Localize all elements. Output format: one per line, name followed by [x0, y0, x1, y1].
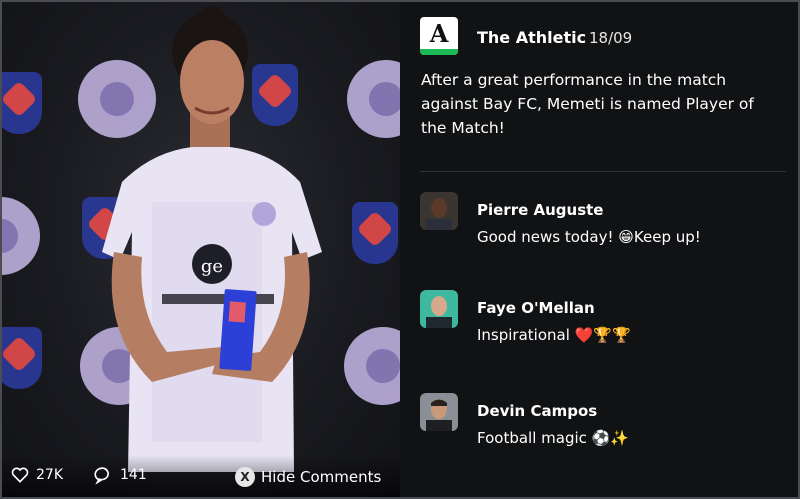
comment-item[interactable]: Devin Campos Football magic ⚽✨: [420, 393, 790, 453]
comment-author: Devin Campos: [477, 402, 598, 420]
source-name: The Athletic: [477, 28, 587, 47]
hide-comments-button[interactable]: X Hide Comments: [235, 467, 381, 487]
speech-bubble-icon: [94, 467, 109, 485]
comment-item[interactable]: Faye O'Mellan Inspirational ❤️🏆🏆: [420, 290, 790, 350]
comment-item[interactable]: Pierre Auguste Good news today! 😁Keep up…: [420, 192, 790, 252]
comments-panel: A The Athletic 18/09 After a great perfo…: [400, 2, 798, 497]
source-logo: A: [420, 17, 458, 55]
logo-accent-bar: [420, 49, 458, 55]
comment-text: Inspirational ❤️🏆🏆: [477, 326, 631, 344]
divider: [420, 171, 786, 172]
comment-author: Pierre Auguste: [477, 201, 604, 219]
hide-comments-label: Hide Comments: [261, 468, 382, 486]
comments-count: 141: [120, 467, 147, 483]
avatar: [420, 393, 458, 431]
likes-stat[interactable]: 27K: [10, 465, 63, 485]
post-date: 18/09: [589, 29, 633, 47]
source-logo-letter: A: [429, 19, 449, 48]
player-figure: ge: [102, 6, 322, 472]
comment-text: Football magic ⚽✨: [477, 429, 630, 447]
heart-icon: [11, 467, 29, 483]
avatar: [420, 192, 458, 230]
comments-stat[interactable]: 141: [94, 465, 147, 485]
likes-count: 27K: [36, 467, 63, 483]
comment-author: Faye O'Mellan: [477, 299, 595, 317]
player-photo: ge 27K 141 X Hide Comments: [2, 2, 400, 497]
x-button-icon: X: [235, 467, 255, 487]
avatar: [420, 290, 458, 328]
post-text: After a great performance in the match a…: [421, 71, 754, 137]
svg-text:ge: ge: [201, 256, 223, 277]
comment-text: Good news today! 😁Keep up!: [477, 228, 701, 246]
